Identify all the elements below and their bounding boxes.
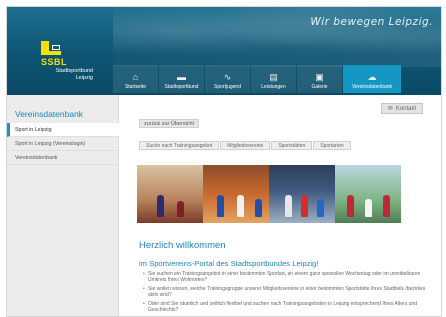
photo-field-hockey: [335, 165, 401, 223]
ssbl-logo-icon: ▬: [177, 72, 186, 82]
nav-tab-vereinsdatenbank[interactable]: ☁ Vereinsdatenbank: [343, 65, 401, 93]
nav-tab-label: Startseite: [124, 84, 147, 90]
mail-icon: ✉: [387, 106, 393, 112]
logo-subtitle: Stadtsportbund Leipzig: [55, 68, 93, 81]
photo-figure: [217, 195, 224, 217]
photo-figure: [285, 195, 292, 217]
sidebar-item-sport-in-leipzig[interactable]: Sport in Leipzig: [7, 123, 119, 137]
nav-tab-label: Galerie: [311, 84, 328, 90]
photo-figure: [177, 201, 184, 217]
sidebar-item-vereinsdatenbank[interactable]: Vereinsdatenbank: [7, 151, 119, 165]
image-icon: ▣: [315, 72, 324, 82]
intro-list: Sie suchen ein Trainingsangebot in einer…: [143, 271, 433, 315]
site-slogan: Wir bewegen Leipzig.: [310, 16, 433, 28]
sports-photo-strip: [137, 165, 401, 223]
photo-basketball: [203, 165, 269, 223]
photo-figure: [237, 195, 244, 217]
home-icon: ⌂: [132, 72, 139, 82]
photo-figure: [317, 199, 324, 217]
tab-sportstaetten[interactable]: Sportstätten: [271, 141, 313, 150]
list-item: Sie suchen ein Trainingsangebot in einer…: [143, 271, 433, 284]
list-icon: ▤: [269, 72, 278, 82]
list-item: Oder sind Sie räumlich und zeitlich flex…: [143, 301, 433, 314]
main-content: ✉ Kontakt zurück zur Übersicht Suche nac…: [119, 95, 441, 316]
nav-tab-leistungen[interactable]: ▤ Leistungen: [251, 65, 296, 93]
list-item: Sie wollen wissen, welche Trainingsgrupp…: [143, 286, 433, 299]
sidebar-title: Vereinsdatenbank: [15, 109, 84, 119]
photo-figure: [255, 199, 262, 217]
photo-figure: [365, 199, 372, 217]
kontakt-label: Kontakt: [395, 105, 417, 112]
photo-figure: [347, 195, 354, 217]
sidebar-menu: Sport in Leipzig Sport in Leipzig (Verei…: [7, 123, 119, 165]
ssbl-logo[interactable]: SSBL Stadtsportbund Leipzig: [41, 41, 101, 87]
kontakt-button[interactable]: ✉ Kontakt: [381, 103, 423, 114]
nav-tab-sportjugend[interactable]: ∿ Sportjugend: [205, 65, 250, 93]
sidebar-item-vereinslogin[interactable]: Sport in Leipzig (Vereinslogin): [7, 137, 119, 151]
tab-trainingsangebot[interactable]: Suche nach Trainingsangebot: [139, 141, 220, 150]
logo-name: SSBL: [41, 57, 68, 67]
sidebar: Vereinsdatenbank Sport in Leipzig Sport …: [7, 95, 119, 316]
welcome-heading: Herzlich willkommen: [139, 240, 226, 251]
photo-figure: [301, 195, 308, 217]
nav-tab-label: Stadtsportbund: [164, 84, 199, 90]
logo-mark-bar: [41, 51, 61, 55]
nav-tab-galerie[interactable]: ▣ Galerie: [297, 65, 342, 93]
nav-tab-label: Leistungen: [261, 84, 286, 90]
main-navigation: ⌂ Startseite ▬ Stadtsportbund ∿ Sportjug…: [113, 65, 402, 93]
welcome-subheading: im Sportvereins-Portal des Stadtsportbun…: [139, 259, 319, 268]
database-tabs: Suche nach Trainingsangebot Mitgliedsver…: [139, 141, 352, 150]
sportjugend-icon: ∿: [223, 72, 232, 82]
photo-figure: [157, 195, 164, 217]
tab-sportarten[interactable]: Sportarten: [313, 141, 351, 150]
photo-youth-sports: [269, 165, 335, 223]
nav-tab-startseite[interactable]: ⌂ Startseite: [113, 65, 158, 93]
back-to-overview-button[interactable]: zurück zur Übersicht: [139, 119, 200, 128]
nav-tab-stadtsportbund[interactable]: ▬ Stadtsportbund: [159, 65, 204, 93]
logo-mark-box: [52, 45, 60, 50]
tab-mitgliedsvereine[interactable]: Mitgliedsvereine: [220, 141, 271, 150]
site-header: Wir bewegen Leipzig. SSBL Stadtsportbund…: [7, 7, 441, 95]
browser-page: Wir bewegen Leipzig. SSBL Stadtsportbund…: [6, 6, 442, 317]
nav-tab-label: Sportjugend: [214, 84, 241, 90]
photo-figure: [383, 195, 390, 217]
photo-gymnastics: [137, 165, 203, 223]
database-icon: ☁: [367, 72, 377, 82]
nav-tab-label: Vereinsdatenbank: [351, 84, 393, 90]
